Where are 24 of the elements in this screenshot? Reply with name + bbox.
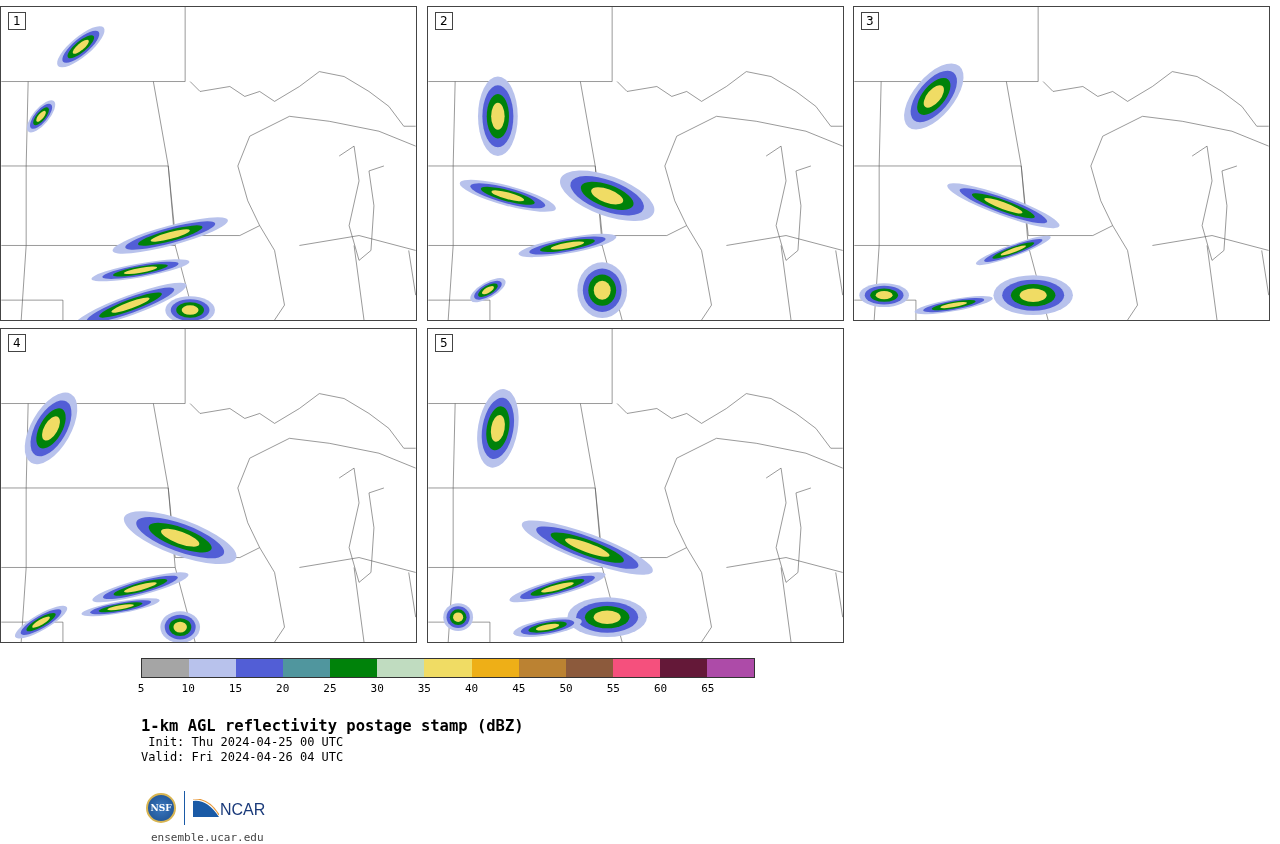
panel-number: 3 (861, 12, 879, 30)
panel-number: 1 (8, 12, 26, 30)
tick-label: 10 (181, 682, 195, 695)
ncar-logo: NCAR (193, 799, 266, 817)
tick-label: 40 (465, 682, 479, 695)
tick-label: 45 (512, 682, 526, 695)
valid-time: Valid: Fri 2024-04-26 04 UTC (141, 750, 345, 765)
tick-label: 20 (276, 682, 290, 695)
init-time: Init: Thu 2024-04-25 00 UTC (147, 735, 345, 750)
nsf-logo: NSF (146, 793, 176, 823)
panel-number: 5 (435, 334, 453, 352)
tick-label: 35 (417, 682, 431, 695)
tick-label: 15 (228, 682, 243, 695)
tick-label: 50 (559, 682, 573, 695)
panel-number: 2 (435, 12, 453, 30)
tick-label: 60 (653, 682, 668, 695)
panel-number: 4 (8, 334, 26, 352)
tick-label: 30 (370, 682, 384, 695)
tick-label: 5 (137, 682, 145, 695)
chart-title: 1-km AGL reflectivity postage stamp (dBZ) (141, 717, 525, 735)
tick-label: 65 (701, 682, 715, 695)
tick-label: 25 (323, 682, 337, 695)
tick-label: 55 (606, 682, 620, 695)
website-url: ensemble.ucar.edu (151, 831, 265, 844)
